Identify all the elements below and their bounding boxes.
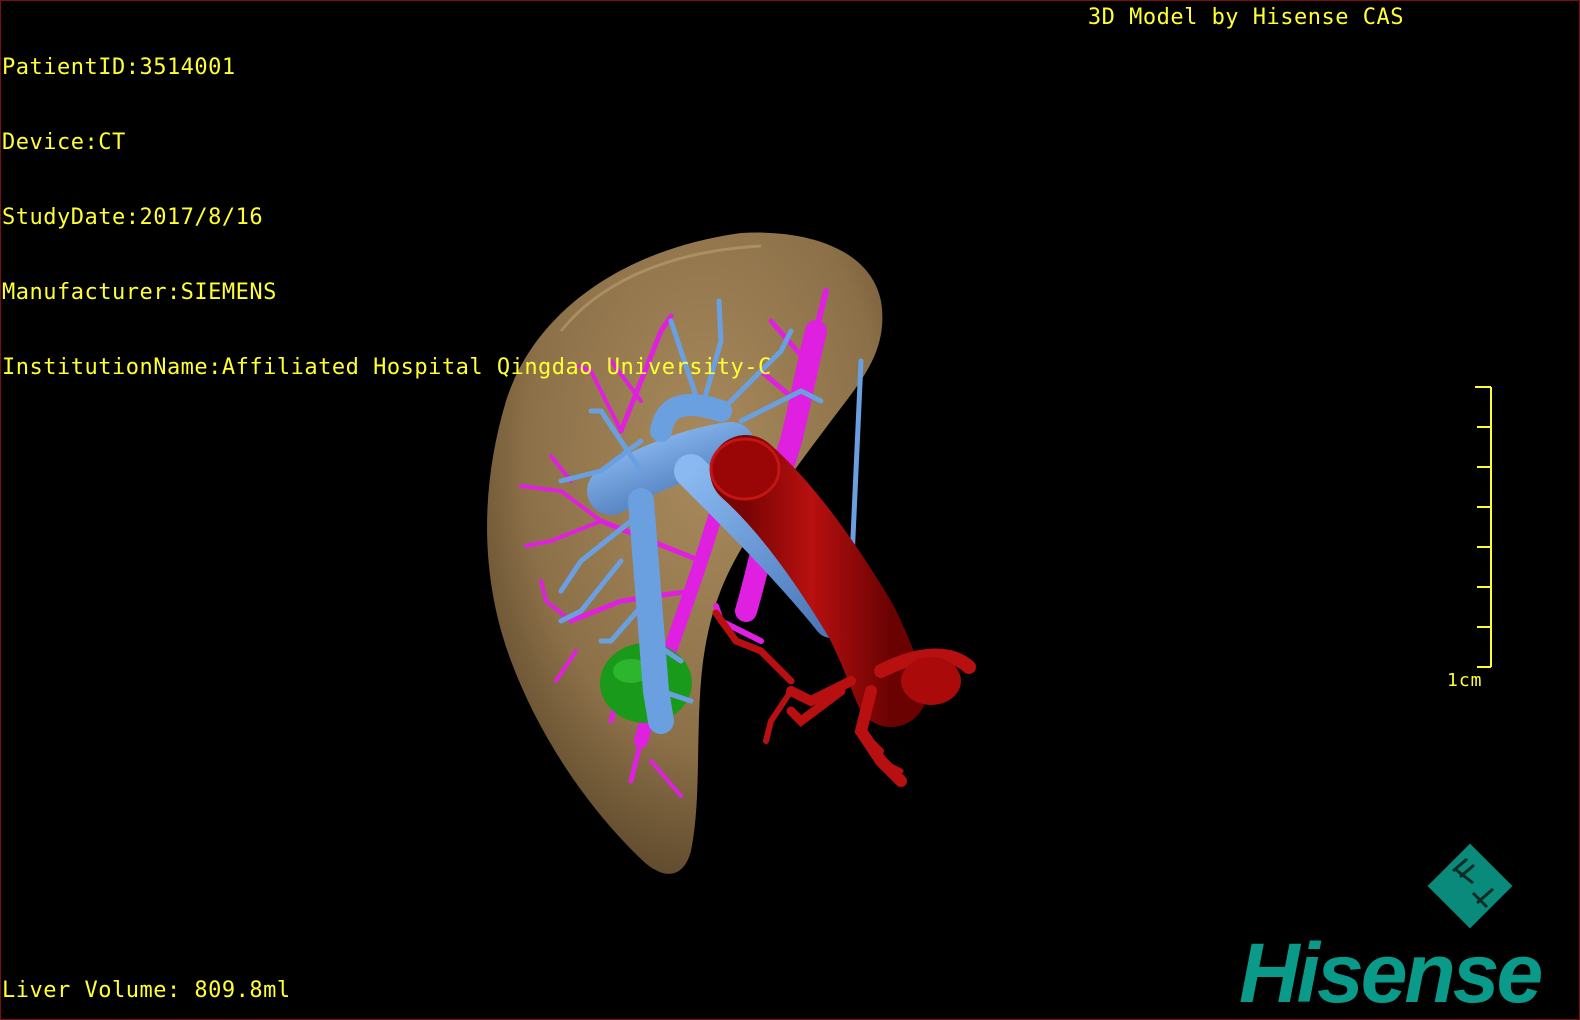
manufacturer-text: Manufacturer:SIEMENS bbox=[2, 280, 277, 305]
hisense-logo-icon bbox=[1427, 843, 1513, 929]
hisense-brand-text: Hisense bbox=[1239, 926, 1543, 1020]
scale-bar bbox=[1475, 386, 1492, 668]
scale-bar-label: 1cm bbox=[1447, 670, 1483, 691]
dicom-info-overlay: PatientID:3514001 Device:CT StudyDate:20… bbox=[2, 5, 772, 430]
3d-viewport[interactable]: PatientID:3514001 Device:CT StudyDate:20… bbox=[0, 0, 1580, 1020]
study-date-text: StudyDate:2017/8/16 bbox=[2, 205, 264, 230]
model-credit-text: 3D Model by Hisense CAS bbox=[1087, 5, 1404, 30]
patient-id-text: PatientID:3514001 bbox=[2, 55, 236, 80]
device-text: Device:CT bbox=[2, 130, 126, 155]
institution-text: InstitutionName:Affiliated Hospital Qing… bbox=[2, 355, 772, 380]
liver-volume-text: Liver Volume: 809.8ml bbox=[2, 978, 291, 1003]
